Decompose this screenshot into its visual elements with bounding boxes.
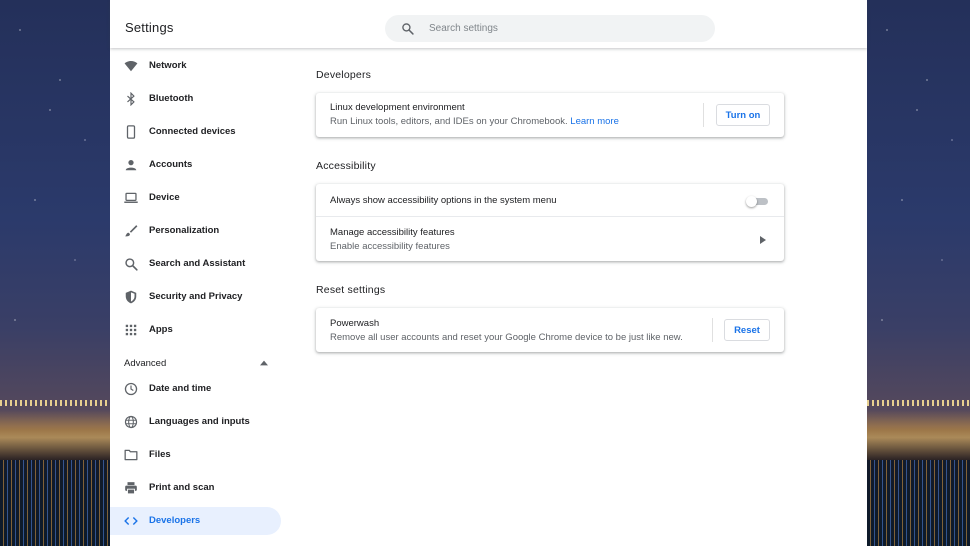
- app-title: Settings: [125, 20, 174, 35]
- wallpaper-right: [867, 0, 970, 546]
- section-title-reset: Reset settings: [316, 284, 386, 296]
- search-box[interactable]: [385, 15, 715, 42]
- wallpaper-city-lights: [867, 410, 970, 460]
- top-bar: Settings: [110, 0, 867, 48]
- always-show-label: Always show accessibility options in the…: [330, 195, 557, 206]
- reset-button[interactable]: Reset: [724, 319, 770, 341]
- divider: [703, 103, 704, 127]
- card-linux: Linux development environment Run Linux …: [316, 93, 784, 137]
- divider: [316, 216, 784, 217]
- powerwash-subtitle: Remove all user accounts and reset your …: [330, 332, 683, 343]
- wallpaper-bridge: [867, 400, 970, 406]
- toggle-knob: [746, 196, 757, 207]
- linux-subtitle: Run Linux tools, editors, and IDEs on yo…: [330, 116, 619, 127]
- manage-accessibility-subtitle: Enable accessibility features: [330, 241, 450, 252]
- card-powerwash: Powerwash Remove all user accounts and r…: [316, 308, 784, 352]
- wallpaper-bridge: [0, 400, 110, 406]
- main-content: Developers Linux development environment…: [110, 48, 867, 546]
- section-title-accessibility: Accessibility: [316, 160, 376, 172]
- wallpaper-water: [0, 460, 110, 546]
- manage-accessibility-title[interactable]: Manage accessibility features: [330, 227, 455, 238]
- settings-window: Settings Network Bluetooth: [110, 0, 867, 546]
- wallpaper-city-lights: [0, 410, 110, 460]
- powerwash-title: Powerwash: [330, 318, 380, 329]
- learn-more-link[interactable]: Learn more: [570, 116, 619, 127]
- divider: [712, 318, 713, 342]
- section-title-developers: Developers: [316, 69, 372, 81]
- turn-on-button[interactable]: Turn on: [716, 104, 770, 126]
- search-input[interactable]: [429, 15, 699, 42]
- linux-title: Linux development environment: [330, 102, 465, 113]
- search-icon: [402, 23, 414, 35]
- wallpaper-left: [0, 0, 110, 546]
- always-show-toggle[interactable]: [746, 196, 768, 207]
- arrow-right-icon[interactable]: [760, 236, 766, 244]
- linux-subtitle-text: Run Linux tools, editors, and IDEs on yo…: [330, 116, 568, 127]
- card-accessibility: Always show accessibility options in the…: [316, 184, 784, 261]
- wallpaper-water: [867, 460, 970, 546]
